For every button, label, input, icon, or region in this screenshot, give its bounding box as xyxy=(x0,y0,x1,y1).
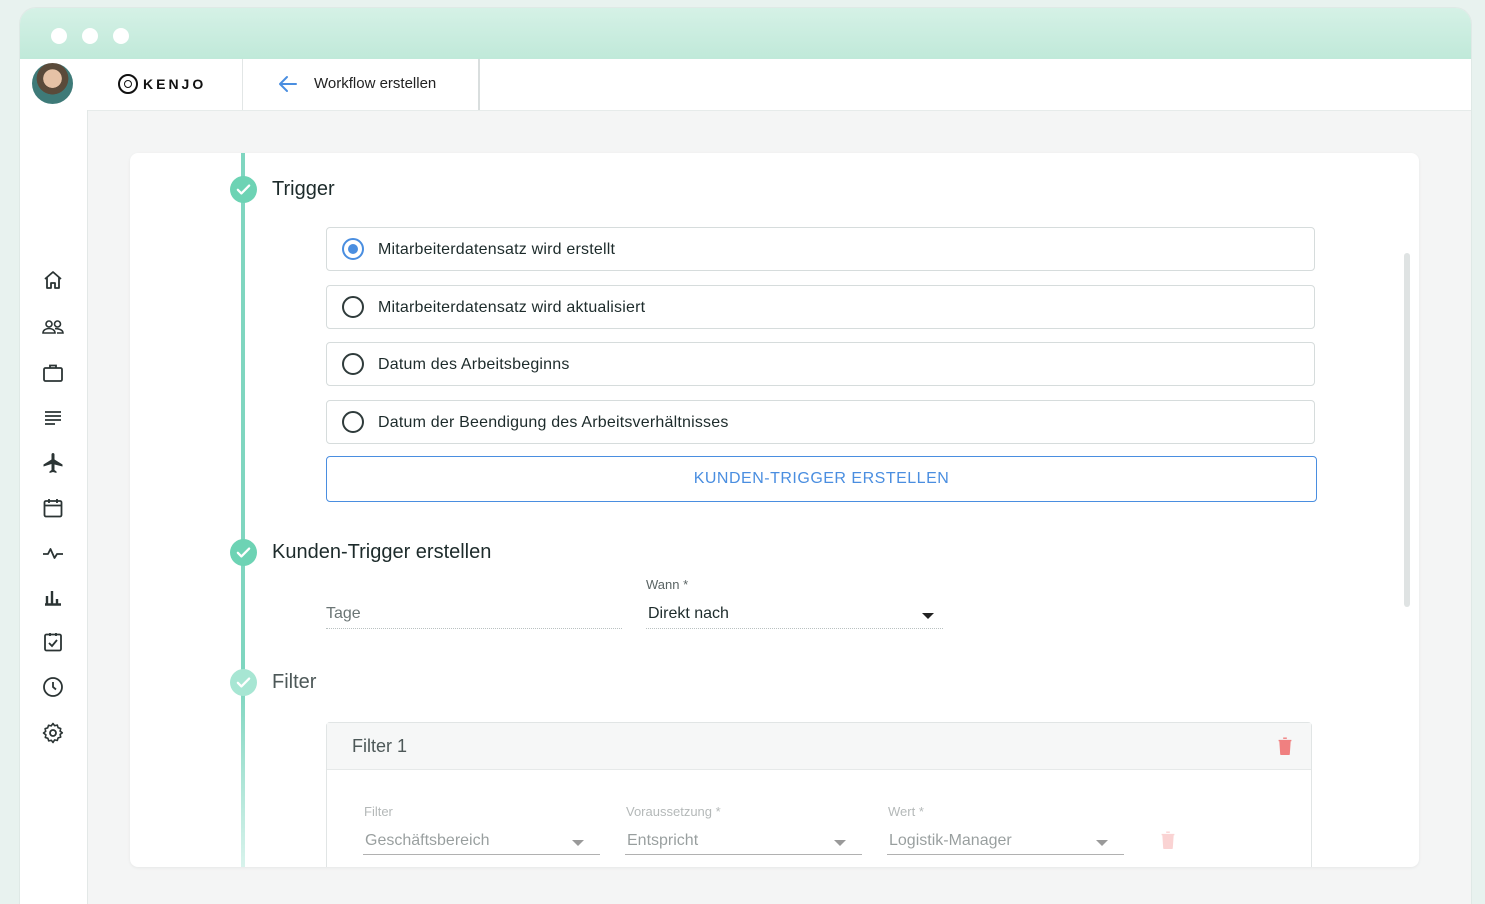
app-window: KENJO Workflow erstellen Trigger Mitarbe… xyxy=(20,8,1471,904)
window-titlebar xyxy=(20,8,1471,59)
avatar[interactable] xyxy=(32,63,73,104)
filter-select[interactable]: Geschäftsbereich xyxy=(365,832,490,850)
window-dot-maximize[interactable] xyxy=(113,28,129,44)
trigger-option-label: Mitarbeiterdatensatz wird erstellt xyxy=(378,241,616,258)
days-input-underline xyxy=(326,628,622,629)
breadcrumb: Workflow erstellen xyxy=(314,75,437,92)
chevron-down-icon[interactable] xyxy=(834,840,846,846)
chevron-down-icon[interactable] xyxy=(572,840,584,846)
logo-text: KENJO xyxy=(143,76,207,92)
step-check-icon xyxy=(230,669,257,696)
bar-chart-icon[interactable] xyxy=(41,585,65,609)
step-timeline xyxy=(241,153,245,867)
filter-box: Filter 1 Filter Geschäftsbereich Vorauss… xyxy=(326,722,1312,867)
value-select[interactable]: Logistik-Manager xyxy=(889,832,1012,850)
when-select-underline xyxy=(646,628,943,629)
filter-select-underline xyxy=(363,854,600,855)
clock-icon[interactable] xyxy=(41,675,65,699)
back-arrow-icon[interactable] xyxy=(276,72,300,96)
sidebar xyxy=(20,110,88,904)
create-custom-trigger-button[interactable]: KUNDEN-TRIGGER ERSTELLEN xyxy=(326,456,1317,502)
when-label: Wann * xyxy=(646,577,689,592)
trigger-option[interactable]: Mitarbeiterdatensatz wird aktualisiert xyxy=(326,285,1315,329)
days-input[interactable]: Tage xyxy=(326,605,361,623)
airplane-icon[interactable] xyxy=(41,451,65,475)
value-select-underline xyxy=(887,854,1124,855)
trigger-option-label: Datum des Arbeitsbeginns xyxy=(378,356,570,373)
workflow-card: Trigger Mitarbeiterdatensatz wird erstel… xyxy=(130,153,1419,867)
people-icon[interactable] xyxy=(41,315,65,339)
when-select[interactable]: Direkt nach xyxy=(648,605,729,623)
trigger-option[interactable]: Mitarbeiterdatensatz wird erstellt xyxy=(326,227,1315,271)
step-check-icon xyxy=(230,539,257,566)
window-dot-minimize[interactable] xyxy=(82,28,98,44)
divider xyxy=(478,59,480,110)
step-check-icon xyxy=(230,176,257,203)
step-title-custom-trigger: Kunden-Trigger erstellen xyxy=(272,541,492,563)
trigger-option[interactable]: Datum des Arbeitsbeginns xyxy=(326,342,1315,386)
radio-unselected[interactable] xyxy=(342,353,364,375)
window-dot-close[interactable] xyxy=(51,28,67,44)
chevron-down-icon[interactable] xyxy=(1096,840,1108,846)
calendar-icon[interactable] xyxy=(41,496,65,520)
value-label: Wert * xyxy=(888,804,924,819)
filter-label: Filter xyxy=(364,804,393,819)
condition-select[interactable]: Entspricht xyxy=(627,832,698,850)
briefcase-icon[interactable] xyxy=(41,361,65,385)
home-icon[interactable] xyxy=(41,268,65,292)
trigger-option-label: Mitarbeiterdatensatz wird aktualisiert xyxy=(378,299,646,316)
radio-unselected[interactable] xyxy=(342,296,364,318)
logo[interactable]: KENJO xyxy=(118,74,206,94)
trash-icon[interactable] xyxy=(1157,829,1179,851)
divider xyxy=(242,59,243,110)
condition-select-underline xyxy=(625,854,862,855)
task-check-icon[interactable] xyxy=(41,630,65,654)
settings-icon[interactable] xyxy=(41,721,65,745)
document-list-icon[interactable] xyxy=(41,406,65,430)
step-title-filter: Filter xyxy=(272,671,317,693)
top-bar: KENJO Workflow erstellen xyxy=(20,59,1471,111)
radio-selected[interactable] xyxy=(342,238,364,260)
condition-label: Voraussetzung * xyxy=(626,804,721,819)
pulse-icon[interactable] xyxy=(41,541,65,565)
kenjo-logo-icon xyxy=(118,74,138,94)
step-title-trigger: Trigger xyxy=(272,178,335,200)
trigger-option[interactable]: Datum der Beendigung des Arbeitsverhältn… xyxy=(326,400,1315,444)
trigger-option-label: Datum der Beendigung des Arbeitsverhältn… xyxy=(378,414,729,431)
scrollbar[interactable] xyxy=(1404,253,1410,607)
radio-unselected[interactable] xyxy=(342,411,364,433)
chevron-down-icon[interactable] xyxy=(922,613,934,619)
filter-row: Filter Geschäftsbereich Voraussetzung * … xyxy=(327,723,1311,867)
